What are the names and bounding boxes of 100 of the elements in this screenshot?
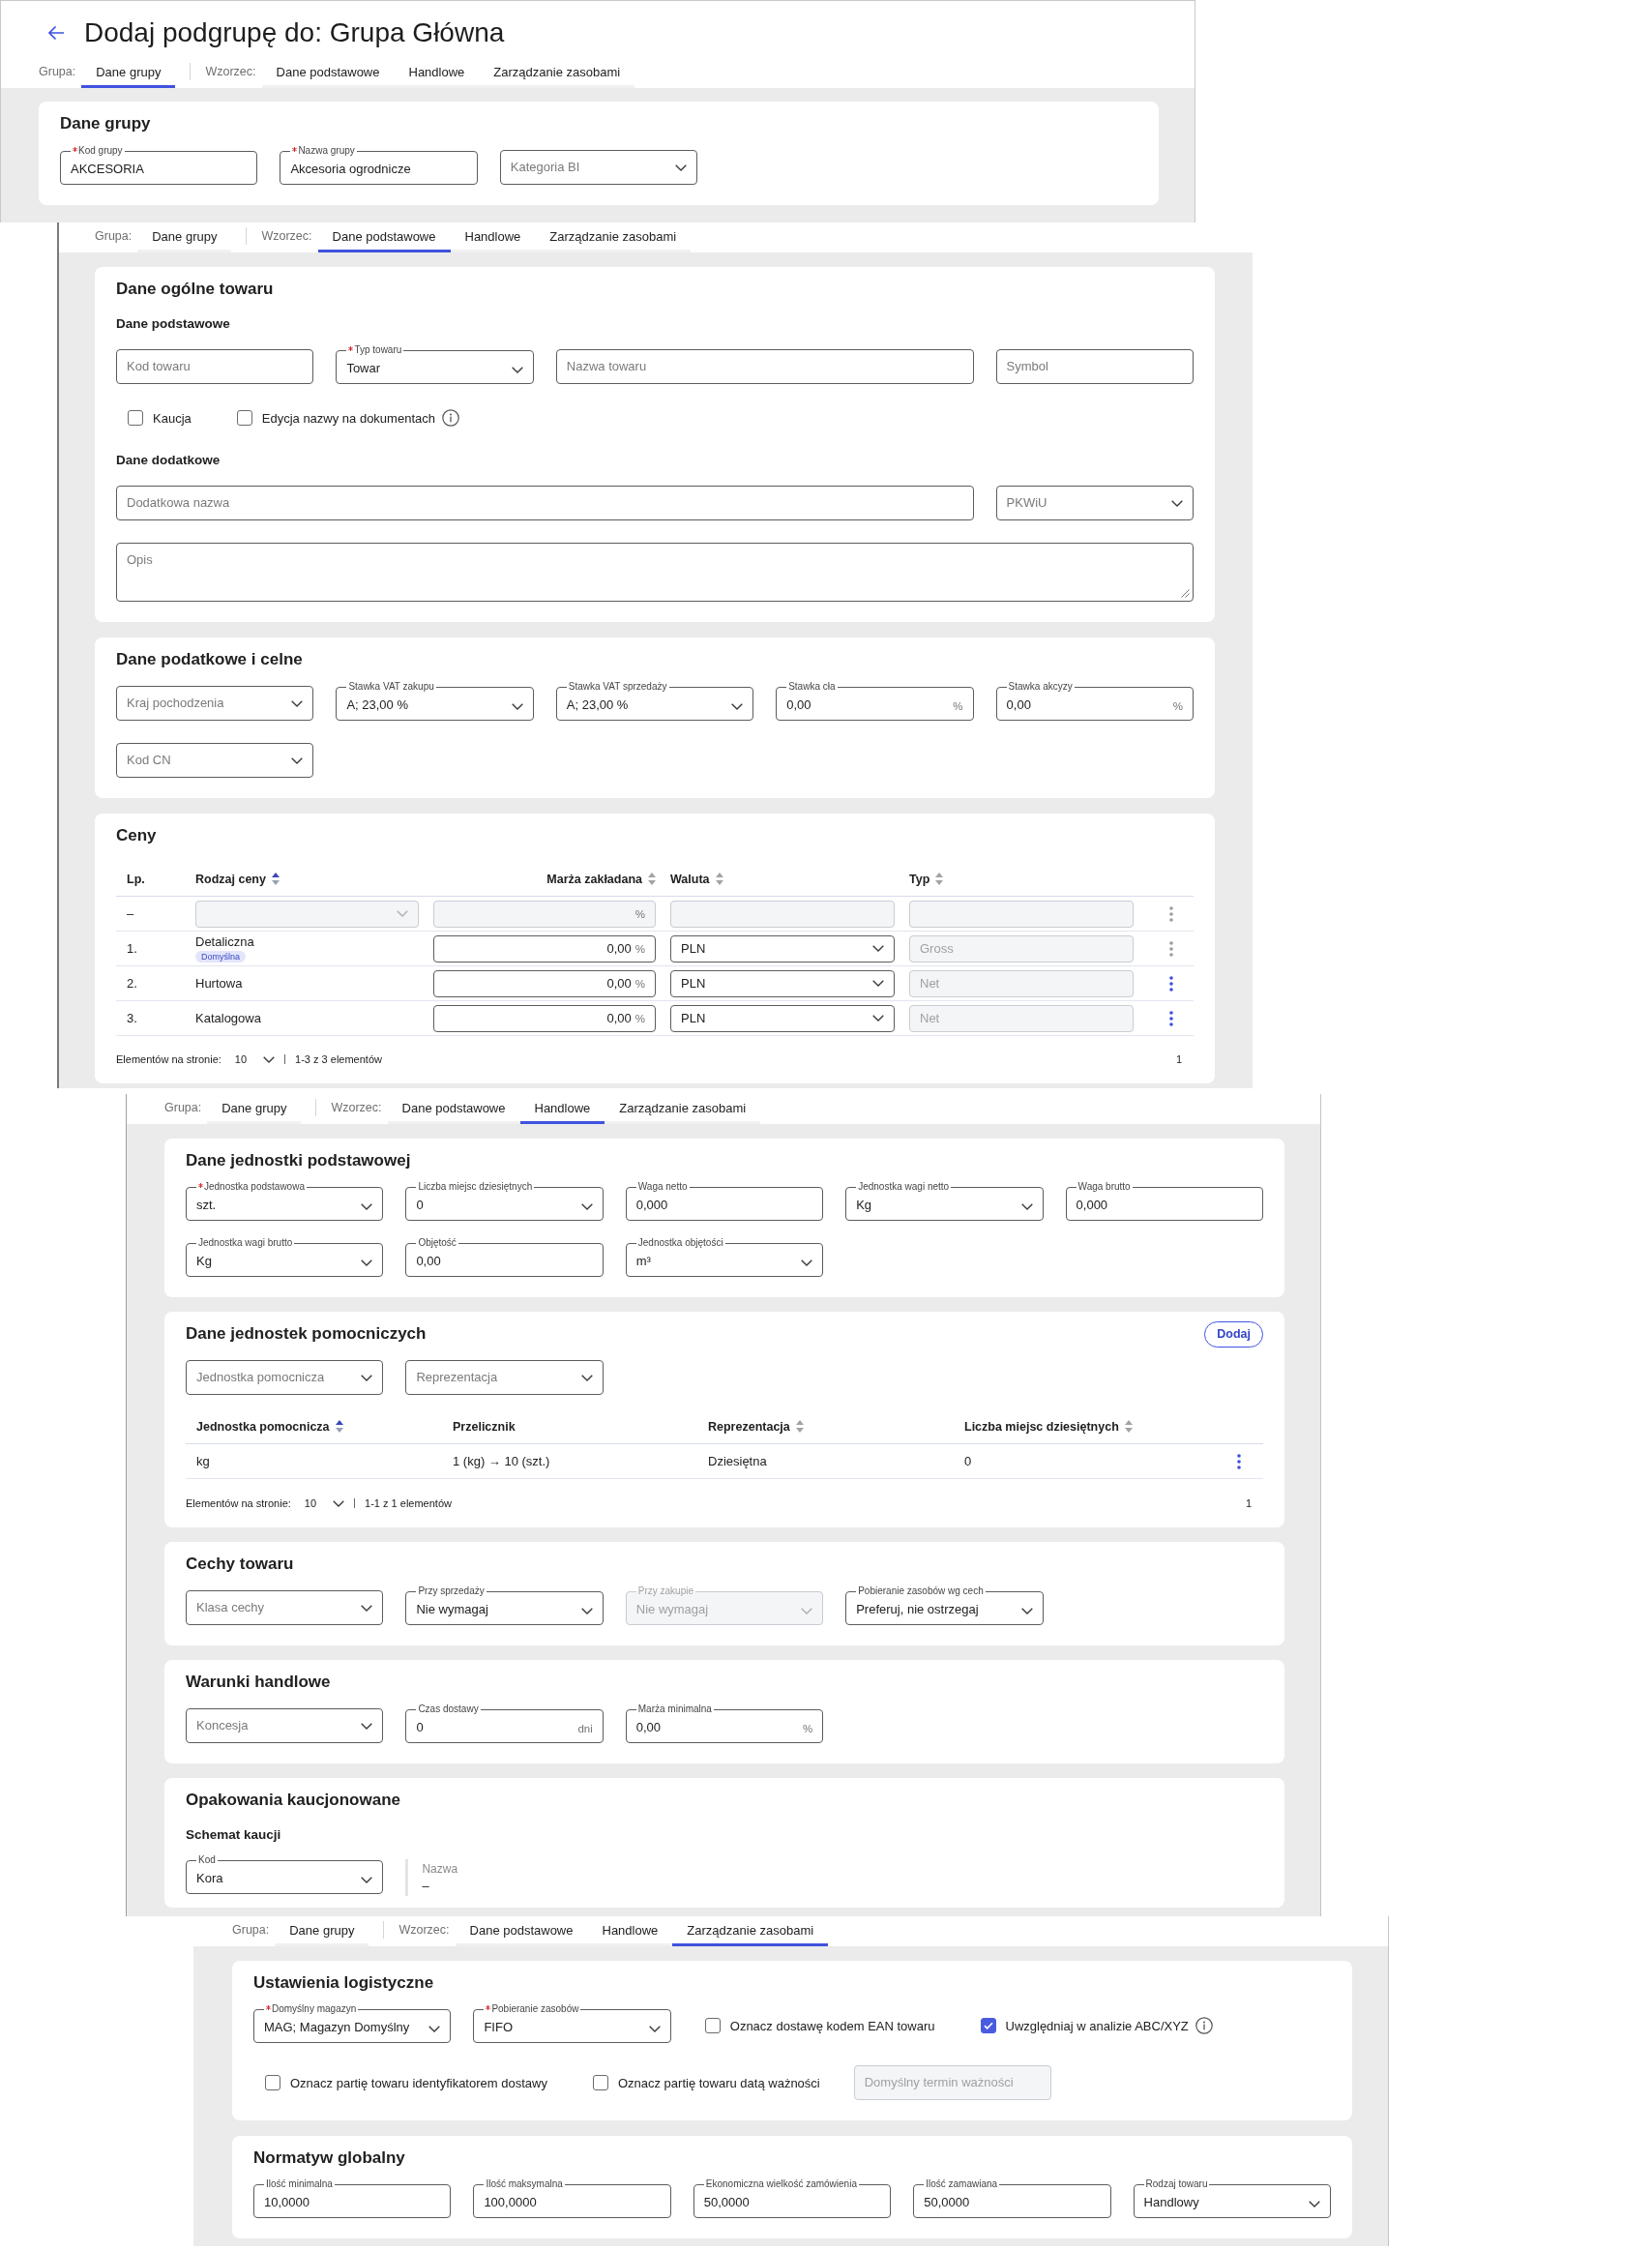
checkbox-label[interactable]: Kaucja	[153, 410, 192, 426]
page-size-select[interactable]: 10	[234, 1053, 276, 1065]
section-title: Normatyw globalny	[253, 2148, 405, 2168]
info-icon[interactable]	[1195, 2017, 1213, 2034]
section-title: Ustawienia logistyczne	[253, 1973, 434, 1993]
select-field[interactable]: Jednostka podstawowa szt.	[186, 1181, 384, 1221]
input-field[interactable]: Objętość 0,00	[405, 1237, 604, 1277]
input-field[interactable]: Kod towaru	[116, 349, 314, 384]
checkbox-label[interactable]: Uwzględniaj w analizie ABC/XYZ	[1005, 2018, 1189, 2033]
checkbox-label[interactable]: Oznacz partię towaru datą ważności	[617, 2075, 820, 2090]
column-header[interactable]: Reprezentacja	[697, 1419, 954, 1434]
checkbox-label[interactable]: Oznacz dostawę kodem EAN towaru	[729, 2018, 935, 2033]
tab[interactable]: Handlowe	[587, 1916, 673, 1946]
textarea-field[interactable]: Opis	[116, 543, 1194, 602]
add-button[interactable]: Dodaj	[1204, 1320, 1263, 1348]
input-field[interactable]: 0,00 %	[433, 934, 656, 963]
checkbox[interactable]	[592, 2075, 608, 2090]
tab[interactable]: Dane grupy	[81, 58, 176, 88]
tab[interactable]: Dane podstawowe	[455, 1916, 588, 1946]
select-field[interactable]: Kategoria BI	[499, 150, 698, 185]
select-field[interactable]: Klasa cechy	[186, 1590, 384, 1625]
column-header[interactable]: Liczba miejsc dziesiętnych	[954, 1419, 1215, 1434]
select-field[interactable]: Jednostka wagi netto Kg	[845, 1181, 1044, 1221]
input-field[interactable]: Nazwa grupy Akcesoria ogrodnicze	[280, 145, 478, 185]
checkbox[interactable]	[128, 410, 143, 426]
input-field[interactable]: Dodatkowa nazwa	[116, 486, 974, 520]
input-field[interactable]: Ilość zamawiana 50,0000	[913, 2178, 1111, 2218]
column-header[interactable]: Typ	[909, 872, 1134, 886]
select-field[interactable]: Przy sprzedaży Nie wymagaj	[405, 1585, 604, 1625]
input-field[interactable]: Waga netto 0,000	[625, 1181, 824, 1221]
table-cell-text: 1.	[126, 941, 138, 956]
select-field[interactable]: Pobieranie zasobów FIFO	[473, 2003, 671, 2043]
input-field[interactable]: Ilość minimalna 10,0000	[253, 2178, 452, 2218]
tab[interactable]: Zarządzanie zasobami	[535, 222, 692, 252]
tab[interactable]: Dane grupy	[275, 1916, 369, 1946]
checkbox[interactable]	[236, 410, 252, 426]
input-field[interactable]: Symbol	[995, 349, 1194, 384]
tab[interactable]: Handlowe	[450, 222, 536, 252]
tab[interactable]: Dane grupy	[137, 222, 232, 252]
input-field[interactable]: Waga brutto 0,000	[1065, 1181, 1263, 1221]
select-field[interactable]: Stawka VAT zakupu A; 23,00 %	[336, 681, 534, 721]
column-header[interactable]: Marża zakładana	[433, 872, 656, 886]
unit-label: %	[634, 907, 645, 920]
select-field[interactable]: Liczba miejsc dziesiętnych 0	[405, 1181, 604, 1221]
select-field[interactable]: PLN	[670, 934, 895, 963]
chevron-down-icon	[801, 1259, 813, 1266]
input-field[interactable]: Marża minimalna 0,00 %	[625, 1703, 824, 1743]
select-field[interactable]: Jednostka objętości m³	[625, 1237, 824, 1277]
select-field[interactable]: PLN	[670, 969, 895, 997]
select-field[interactable]: Jednostka wagi brutto Kg	[186, 1237, 384, 1277]
input-field[interactable]: Ekonomiczna wielkość zamówienia 50,0000	[693, 2178, 892, 2218]
checkbox[interactable]	[265, 2075, 280, 2090]
select-field[interactable]: Stawka VAT sprzedaży A; 23,00 %	[555, 681, 754, 721]
chevron-down-icon	[580, 1374, 593, 1381]
input-field[interactable]: 0,00 %	[433, 969, 656, 997]
select-field[interactable]: PLN	[670, 1004, 895, 1032]
select-field[interactable]: Koncesja	[186, 1708, 384, 1743]
input-field[interactable]: Ilość maksymalna 100,0000	[473, 2178, 671, 2218]
page-number[interactable]: 1	[1245, 1497, 1252, 1509]
input-field[interactable]: Stawka akcyzy 0,00 %	[995, 681, 1194, 721]
kebab-menu-icon[interactable]	[1168, 975, 1173, 992]
back-arrow-icon[interactable]	[47, 25, 65, 41]
checkbox[interactable]	[980, 2018, 996, 2033]
checkbox[interactable]	[704, 2018, 721, 2033]
kebab-menu-icon[interactable]	[1168, 940, 1173, 957]
tab[interactable]: Dane podstawowe	[387, 1094, 520, 1124]
column-header[interactable]: Jednostka pomocnicza	[186, 1419, 442, 1434]
input-field[interactable]: Kod grupy AKCESORIA	[60, 145, 258, 185]
resize-grip-icon[interactable]	[1181, 589, 1190, 598]
tab[interactable]: Zarządzanie zasobami	[605, 1094, 761, 1124]
select-field[interactable]: PKWiU	[995, 486, 1194, 520]
select-field[interactable]: Kod Kora	[186, 1854, 384, 1894]
input-field[interactable]: Stawka cła 0,00 %	[776, 681, 974, 721]
checkbox-label[interactable]: Oznacz partię towaru identyfikatorem dostawy	[290, 2075, 547, 2090]
input-field[interactable]: Nazwa towaru	[555, 349, 974, 384]
select-field[interactable]: Kod CN	[116, 743, 314, 778]
tab[interactable]: Zarządzanie zasobami	[672, 1916, 829, 1946]
select-field[interactable]: Domyślny magazyn MAG; Magazyn Domyślny	[253, 2003, 452, 2043]
select-field[interactable]: Pobieranie zasobów wg cech Preferuj, nie ostrzegaj	[845, 1585, 1044, 1625]
input-field[interactable]: 0,00 %	[433, 1004, 656, 1032]
column-header[interactable]: Waluta	[670, 872, 895, 886]
tab[interactable]: Dane grupy	[207, 1094, 302, 1124]
tab[interactable]: Zarządzanie zasobami	[479, 58, 635, 88]
select-field[interactable]: Jednostka pomocnicza	[186, 1360, 384, 1395]
select-field[interactable]: Kraj pochodzenia	[116, 686, 314, 721]
checkbox-label[interactable]: Edycja nazwy na dokumentach	[261, 410, 435, 426]
input-field[interactable]: Czas dostawy 0 dni	[405, 1703, 604, 1743]
kebab-menu-icon[interactable]	[1168, 1010, 1173, 1026]
tab[interactable]: Handlowe	[519, 1094, 605, 1124]
select-field[interactable]: Reprezentacja	[405, 1360, 604, 1395]
tab[interactable]: Dane podstawowe	[261, 58, 395, 88]
kebab-menu-icon[interactable]	[1237, 1453, 1241, 1469]
page-number[interactable]: 1	[1175, 1053, 1182, 1065]
info-icon[interactable]	[441, 409, 459, 427]
select-field[interactable]: Typ towaru Towar	[336, 344, 534, 384]
tab[interactable]: Handlowe	[394, 58, 480, 88]
page-size-select[interactable]: 10	[304, 1497, 345, 1509]
tab[interactable]: Dane podstawowe	[317, 222, 451, 252]
select-field[interactable]: Rodzaj towaru Handlowy	[1133, 2178, 1331, 2218]
column-header[interactable]: Rodzaj ceny	[195, 872, 419, 886]
